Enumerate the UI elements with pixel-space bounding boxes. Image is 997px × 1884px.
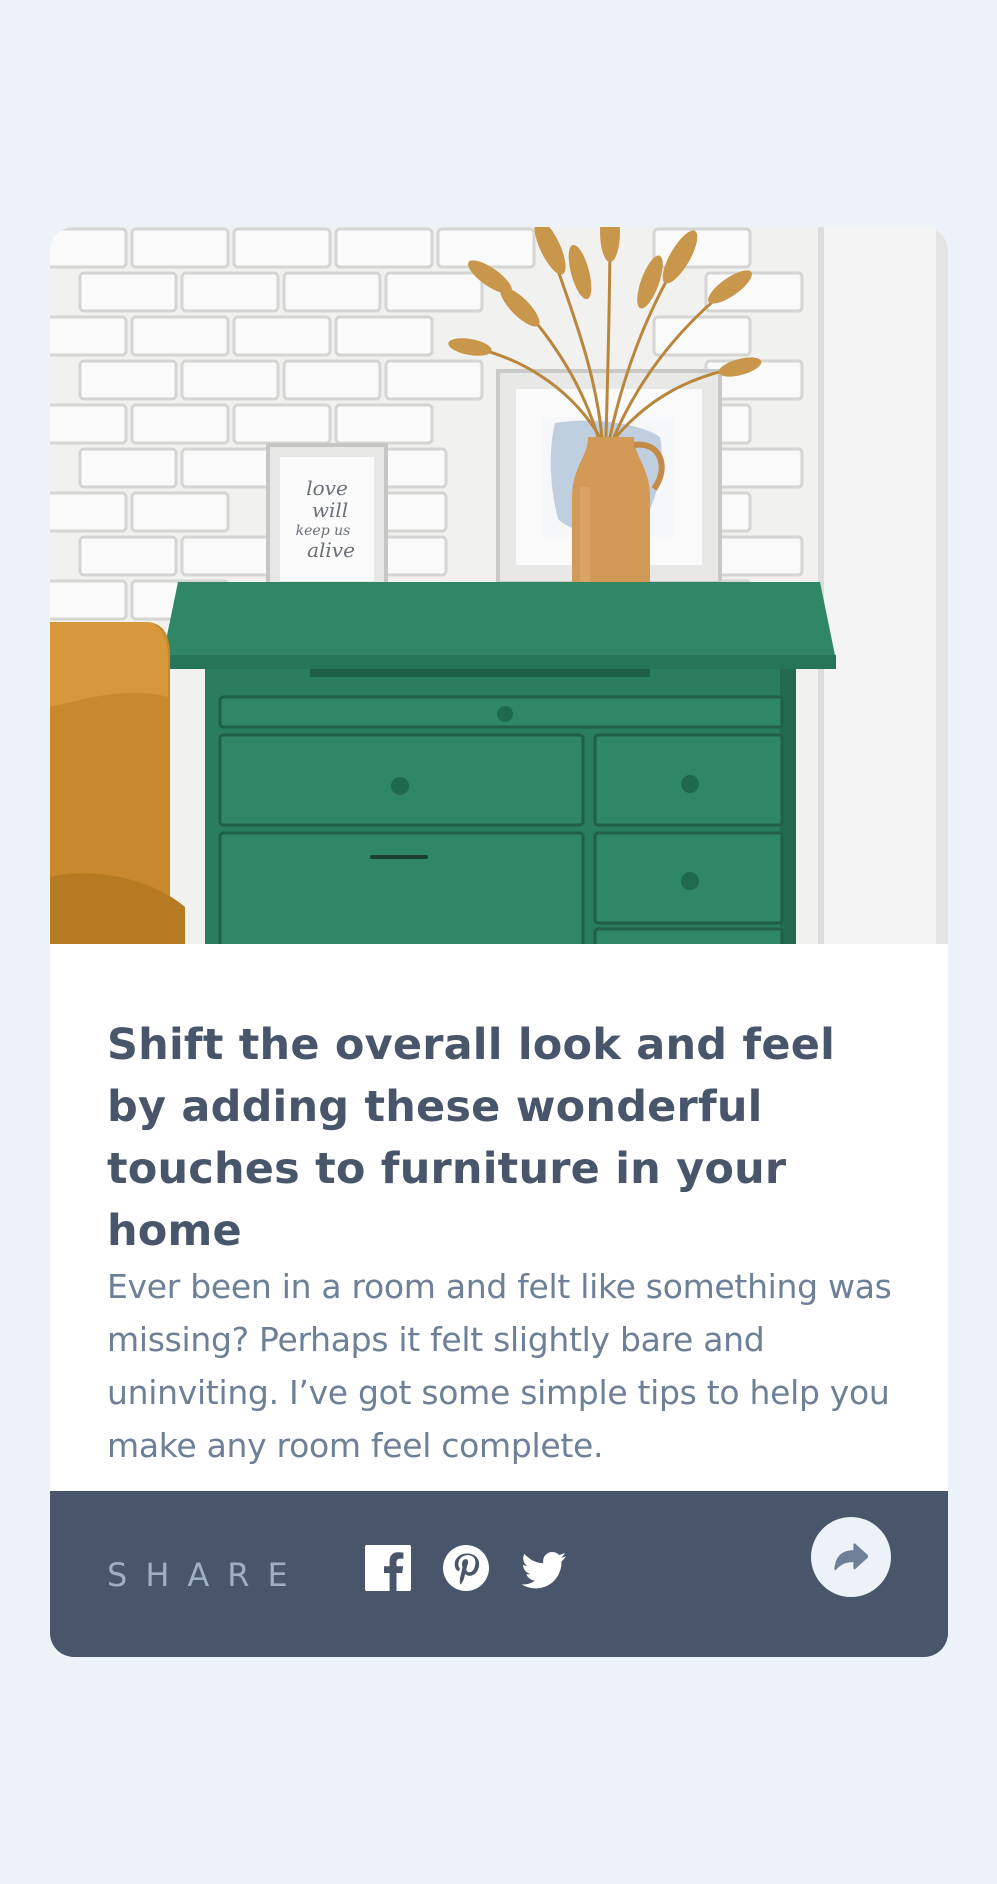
share-bar: SHARE: [50, 1491, 948, 1657]
svg-text:love: love: [306, 476, 348, 500]
article-title: Shift the overall look and feel by addin…: [107, 1020, 836, 1256]
share-arrow-icon: [834, 1543, 868, 1571]
article-content: Shift the overall look and feel by addin…: [107, 1014, 897, 1472]
share-button[interactable]: [811, 1517, 891, 1597]
share-label: SHARE: [107, 1556, 306, 1594]
svg-text:will: will: [312, 498, 348, 522]
twitter-icon[interactable]: [521, 1545, 567, 1591]
svg-text:keep us: keep us: [296, 523, 351, 539]
article-description: Ever been in a room and felt like someth…: [107, 1267, 892, 1465]
article-image: love will keep us alive: [50, 227, 948, 944]
article-card: love will keep us alive Shift the overal…: [50, 227, 948, 1657]
facebook-icon[interactable]: [365, 1545, 411, 1591]
pinterest-icon[interactable]: [443, 1545, 489, 1591]
svg-text:alive: alive: [307, 538, 355, 562]
